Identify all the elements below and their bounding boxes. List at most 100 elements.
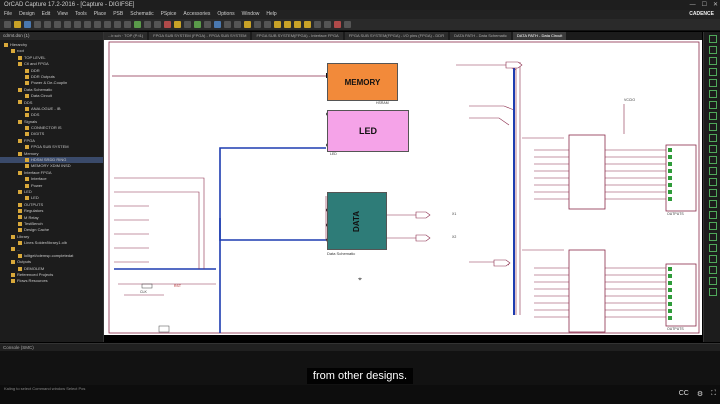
folder-icon [25, 196, 29, 201]
folder-icon [18, 55, 22, 60]
tree-item-label: TOP LEVEL [24, 54, 46, 60]
captions-button[interactable]: CC [679, 390, 689, 398]
probe-tool-icon[interactable] [708, 288, 717, 296]
bookmark-tool-icon[interactable] [708, 222, 717, 230]
line-tool-icon[interactable] [708, 156, 717, 164]
led-block[interactable]: LED [327, 110, 409, 152]
close-button[interactable]: ✕ [713, 0, 718, 10]
led-pin-caption: LED [330, 152, 337, 156]
zoom-out-icon[interactable] [104, 21, 111, 28]
bus-icon[interactable] [294, 21, 301, 28]
menu-help[interactable]: Help [266, 10, 276, 19]
ieee-tool-icon[interactable] [708, 233, 717, 241]
table-tool-icon[interactable] [708, 266, 717, 274]
zoom-area-icon[interactable] [114, 21, 121, 28]
print-icon[interactable] [34, 21, 41, 28]
text-icon[interactable] [344, 21, 351, 28]
drc-icon[interactable] [144, 21, 151, 28]
data-block[interactable]: DATA [327, 192, 387, 250]
no-connect-tool-icon[interactable] [708, 145, 717, 153]
paste-icon[interactable] [64, 21, 71, 28]
no-connect-icon[interactable] [334, 21, 341, 28]
junction-tool-icon[interactable] [708, 68, 717, 76]
fullscreen-icon[interactable]: ⛶ [711, 390, 716, 398]
tab-0[interactable]: ...ir.sch · TOP (P:t1) [104, 32, 148, 40]
wire-icon[interactable] [284, 21, 291, 28]
folder-icon [11, 273, 15, 277]
net-alias-icon[interactable] [304, 21, 311, 28]
zoom-in-icon[interactable] [94, 21, 101, 28]
data-schematic-caption: Data Schematic [327, 251, 356, 256]
menu-file[interactable]: File [4, 10, 12, 19]
undo-icon[interactable] [74, 21, 81, 28]
schematic-canvas[interactable]: MEMORY LED DATA Data Schematic HSRAM LED… [104, 40, 702, 335]
tree-item[interactable]: Flows Resources [0, 278, 103, 284]
data-label: DATA [352, 210, 362, 232]
help-icon[interactable] [264, 21, 271, 28]
ground-tool-icon[interactable] [708, 101, 717, 109]
menu-view[interactable]: View [57, 10, 68, 19]
memory-block[interactable]: MEMORY [327, 63, 398, 101]
cut-icon[interactable] [44, 21, 51, 28]
menu-options[interactable]: Options [217, 10, 234, 19]
pin-tool-icon[interactable] [708, 244, 717, 252]
tree-item-label: FPGA [24, 137, 35, 143]
polyline-tool-icon[interactable] [708, 200, 717, 208]
voltage-icon[interactable] [224, 21, 231, 28]
menu-edit[interactable]: Edit [42, 10, 51, 19]
select-tool-icon[interactable] [708, 35, 717, 43]
bus-tool-icon[interactable] [708, 57, 717, 65]
copy-icon[interactable] [54, 21, 61, 28]
rectangle-tool-icon[interactable] [708, 167, 717, 175]
power-tool-icon[interactable] [708, 90, 717, 98]
redo-icon[interactable] [84, 21, 91, 28]
tab-2[interactable]: FPGA SUB SYSTEM(FPGA) - Interface FPGA [252, 32, 343, 40]
image-tool-icon[interactable] [708, 255, 717, 263]
zoom-fit-icon[interactable] [124, 21, 131, 28]
arc-tool-icon[interactable] [708, 189, 717, 197]
tab-3[interactable]: FPGA SUB SYSTEM(FPGA) - I/O pins (FPGA) … [344, 32, 449, 40]
menu-window[interactable]: Window [242, 10, 260, 19]
simulate-icon[interactable] [194, 21, 201, 28]
tree-item-label: LED [24, 188, 32, 194]
menu-tools[interactable]: Tools [75, 10, 87, 19]
off-page-tool-icon[interactable] [708, 134, 717, 142]
menu-accessories[interactable]: Accessories [183, 10, 210, 19]
menu-schematic[interactable]: Schematic [130, 10, 153, 19]
ground-icon[interactable] [314, 21, 321, 28]
netlist-icon[interactable] [134, 21, 141, 28]
menu-psb[interactable]: PSB [113, 10, 123, 19]
new-icon[interactable] [4, 21, 11, 28]
tab-4[interactable]: DATA PATH - Data Schematic [450, 32, 511, 40]
menu-place[interactable]: Place [94, 10, 107, 19]
wire-tool-icon[interactable] [708, 46, 717, 54]
bom-icon[interactable] [154, 21, 161, 28]
hier-block-tool-icon[interactable] [708, 112, 717, 120]
tree-item-label: MEMORY XDIM INSD [31, 163, 71, 169]
annotate-icon[interactable] [174, 21, 181, 28]
minimize-button[interactable]: — [690, 0, 696, 10]
save-icon[interactable] [24, 21, 31, 28]
tab-5[interactable]: DATA PATH - Data Circuit [512, 32, 567, 40]
video-subtitle: from other designs. [0, 366, 720, 384]
part-icon[interactable] [274, 21, 281, 28]
menu-pspice[interactable]: PSpice [161, 10, 177, 19]
maximize-button[interactable]: ☐ [702, 0, 707, 10]
net-alias-tool-icon[interactable] [708, 79, 717, 87]
open-folder-icon[interactable] [14, 21, 21, 28]
current-icon[interactable] [234, 21, 241, 28]
back-annotate-icon[interactable] [184, 21, 191, 28]
markers-icon[interactable] [214, 21, 221, 28]
text-tool-icon[interactable] [708, 211, 717, 219]
probe-icon[interactable] [204, 21, 211, 28]
marker-tool-icon[interactable] [708, 277, 717, 285]
cross-probe-icon[interactable] [164, 21, 171, 28]
menu-design[interactable]: Design [19, 10, 35, 19]
ellipse-tool-icon[interactable] [708, 178, 717, 186]
settings-gear-icon[interactable]: ⚙ [697, 390, 703, 398]
power-icon[interactable] [244, 21, 251, 28]
tab-1[interactable]: FPGA SUB SYSTEM (FPGA) - FPGA SUB SYSTEM [149, 32, 251, 40]
search-icon[interactable] [254, 21, 261, 28]
off-page-icon[interactable] [324, 21, 331, 28]
hier-port-tool-icon[interactable] [708, 123, 717, 131]
